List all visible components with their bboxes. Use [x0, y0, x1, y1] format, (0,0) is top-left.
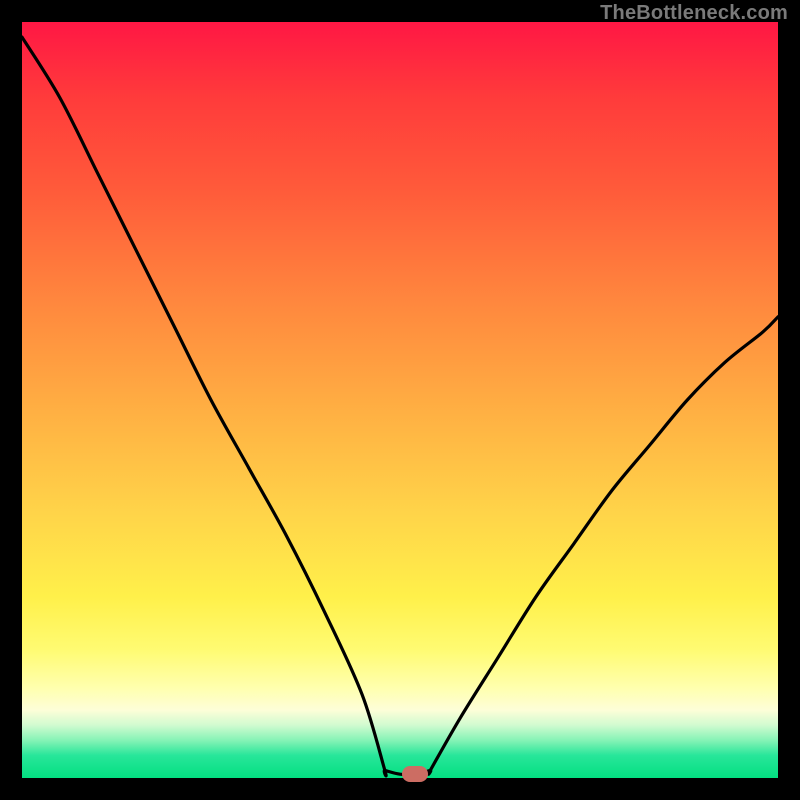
curve-layer [22, 22, 778, 778]
plot-area [22, 22, 778, 778]
watermark-text: TheBottleneck.com [600, 2, 788, 25]
outer-frame: TheBottleneck.com [0, 0, 800, 800]
bottleneck-curve [22, 37, 778, 776]
minimum-marker [402, 766, 428, 782]
